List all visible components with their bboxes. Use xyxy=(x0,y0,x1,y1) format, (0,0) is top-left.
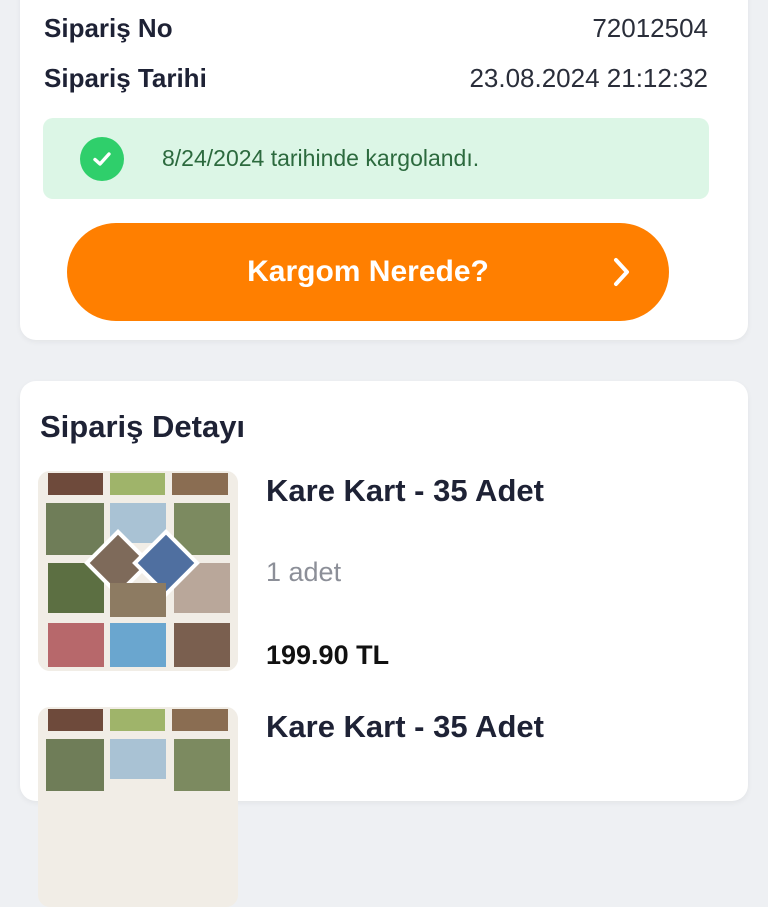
order-number-row: Sipariş No 72012504 xyxy=(44,13,708,44)
product-image xyxy=(38,471,238,671)
order-detail-title: Sipariş Detayı xyxy=(40,409,246,444)
product-image xyxy=(38,707,238,907)
product-price: 199.90 TL xyxy=(266,640,390,670)
order-item[interactable]: Kare Kart - 35 Adet xyxy=(38,707,728,907)
order-date-label: Sipariş Tarihi xyxy=(44,63,207,93)
order-date-row: Sipariş Tarihi 23.08.2024 21:12:32 xyxy=(44,63,708,94)
order-summary-card: Sipariş No 72012504 Sipariş Tarihi 23.08… xyxy=(20,0,748,340)
chevron-right-icon xyxy=(611,256,631,293)
order-item[interactable]: Kare Kart - 35 Adet 1 adet 199.90 TL xyxy=(38,471,728,671)
track-shipment-button[interactable]: Kargom Nerede? xyxy=(67,223,669,321)
product-title: Kare Kart - 35 Adet xyxy=(266,709,544,744)
order-date-value: 23.08.2024 21:12:32 xyxy=(469,63,708,93)
order-number-label: Sipariş No xyxy=(44,13,173,43)
shipping-status-banner: 8/24/2024 tarihinde kargolandı. xyxy=(43,118,709,199)
order-detail-card: Sipariş Detayı Kare Kart - 35 Adet 1 ade… xyxy=(20,381,748,907)
check-circle-icon xyxy=(80,136,124,181)
product-quantity: 1 adet xyxy=(266,557,342,587)
product-title: Kare Kart - 35 Adet xyxy=(266,473,544,508)
order-number-value: 72012504 xyxy=(592,13,708,43)
shipping-status-text: 8/24/2024 tarihinde kargolandı. xyxy=(162,145,480,171)
track-shipment-label: Kargom Nerede? xyxy=(247,255,489,288)
